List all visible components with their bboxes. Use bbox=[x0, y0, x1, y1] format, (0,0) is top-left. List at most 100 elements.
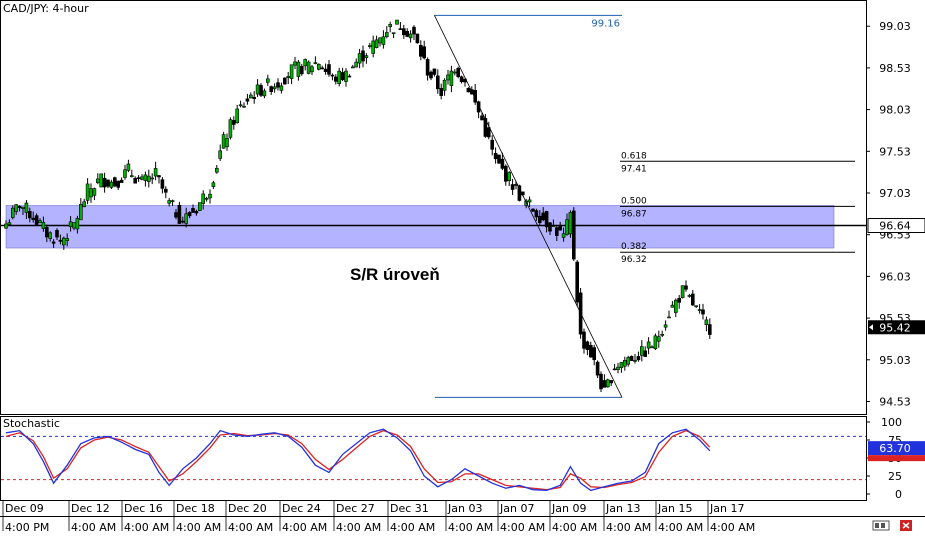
stochastic-frame bbox=[0, 416, 867, 501]
candle-body bbox=[7, 222, 12, 225]
candle bbox=[147, 169, 151, 188]
candle-body bbox=[544, 211, 549, 228]
candle-body bbox=[232, 120, 236, 125]
candle bbox=[371, 35, 376, 58]
candle-body bbox=[446, 74, 450, 81]
candle bbox=[272, 83, 277, 93]
candle-body bbox=[113, 177, 117, 187]
current-price-value: 95.42 bbox=[879, 321, 911, 334]
candle bbox=[327, 60, 331, 77]
candle-body bbox=[44, 227, 49, 238]
candle bbox=[89, 183, 93, 203]
candle-body bbox=[364, 55, 369, 59]
candle-body bbox=[218, 150, 222, 159]
candle bbox=[364, 53, 369, 64]
candle bbox=[92, 187, 97, 201]
candle bbox=[531, 208, 535, 213]
candle-body bbox=[136, 177, 141, 179]
stochastic-y-tick-label: 0 bbox=[895, 488, 902, 501]
candle-body bbox=[571, 210, 576, 260]
candle-body bbox=[4, 223, 8, 229]
candle-body bbox=[323, 68, 328, 73]
candle bbox=[116, 180, 120, 191]
candle-body bbox=[602, 380, 607, 388]
candle-body bbox=[561, 233, 566, 238]
y-tick-label: 97.03 bbox=[879, 187, 911, 200]
candle-body bbox=[174, 212, 178, 218]
candle bbox=[435, 69, 440, 94]
candle-body bbox=[265, 78, 270, 83]
candle bbox=[701, 303, 705, 320]
candle bbox=[252, 91, 256, 104]
candle bbox=[337, 67, 342, 87]
candle-body bbox=[340, 72, 345, 81]
x-date-label: Dec 31 bbox=[390, 502, 429, 515]
candle bbox=[602, 374, 607, 388]
candle bbox=[616, 362, 620, 374]
candle-body bbox=[252, 96, 256, 100]
candle-body bbox=[381, 36, 386, 45]
candle-body bbox=[181, 220, 185, 223]
sr-zone-label: S/R úroveň bbox=[350, 265, 440, 284]
candle-body bbox=[527, 199, 532, 203]
candle bbox=[130, 169, 134, 178]
x-time-label: 4:00 AM bbox=[228, 521, 273, 534]
candle bbox=[238, 100, 243, 108]
candle-body bbox=[697, 309, 702, 311]
candle-body bbox=[82, 201, 86, 208]
candle bbox=[401, 24, 406, 39]
candle bbox=[629, 355, 634, 362]
x-date-label: Dec 16 bbox=[124, 502, 163, 515]
candle-body bbox=[299, 66, 304, 75]
candle bbox=[289, 64, 294, 85]
candle-body bbox=[616, 366, 620, 370]
sr-line-badge-value: 96.64 bbox=[879, 220, 911, 233]
fib-level-value: 96.32 bbox=[621, 255, 647, 265]
candle-body bbox=[262, 90, 267, 97]
close-icon[interactable] bbox=[900, 520, 912, 531]
candle bbox=[133, 176, 137, 184]
candle-body bbox=[272, 86, 277, 90]
candle-body bbox=[306, 61, 311, 74]
candle-body bbox=[208, 193, 212, 199]
candle bbox=[571, 207, 576, 261]
candle-body bbox=[242, 105, 246, 108]
candle bbox=[102, 172, 107, 193]
candle-body bbox=[140, 176, 144, 180]
x-time-label: 4:00 PM bbox=[5, 521, 49, 534]
candle-body bbox=[109, 181, 114, 188]
candle-body bbox=[667, 316, 671, 319]
candle-body bbox=[92, 188, 97, 196]
x-time-label: 4:00 AM bbox=[500, 521, 545, 534]
y-tick-label: 98.03 bbox=[879, 104, 911, 117]
candle-body bbox=[201, 193, 205, 204]
candle bbox=[398, 21, 403, 30]
candle-body bbox=[609, 380, 614, 384]
candle-body bbox=[245, 98, 250, 102]
candle-body bbox=[79, 204, 83, 221]
candle bbox=[255, 79, 260, 98]
candle bbox=[286, 71, 291, 85]
candle bbox=[123, 164, 127, 180]
candle bbox=[643, 346, 648, 357]
scroll-icon[interactable] bbox=[872, 520, 890, 531]
candle bbox=[249, 92, 253, 99]
candle bbox=[704, 316, 709, 332]
candle bbox=[82, 198, 86, 208]
sr-zone bbox=[5, 205, 835, 249]
candle-body bbox=[650, 346, 654, 349]
candle-body bbox=[160, 179, 165, 189]
candle-body bbox=[68, 221, 73, 227]
candle bbox=[429, 70, 433, 81]
candle bbox=[503, 164, 508, 186]
candle bbox=[592, 344, 597, 366]
candle bbox=[350, 64, 355, 69]
candle bbox=[510, 178, 515, 195]
candle-body bbox=[320, 67, 325, 70]
candle-body bbox=[554, 227, 559, 236]
x-date-label: Dec 12 bbox=[71, 502, 110, 515]
candle-body bbox=[707, 324, 712, 335]
x-time-label: 4:00 AM bbox=[658, 521, 703, 534]
candle bbox=[422, 40, 427, 60]
fib-level-value: 96.87 bbox=[621, 209, 647, 219]
